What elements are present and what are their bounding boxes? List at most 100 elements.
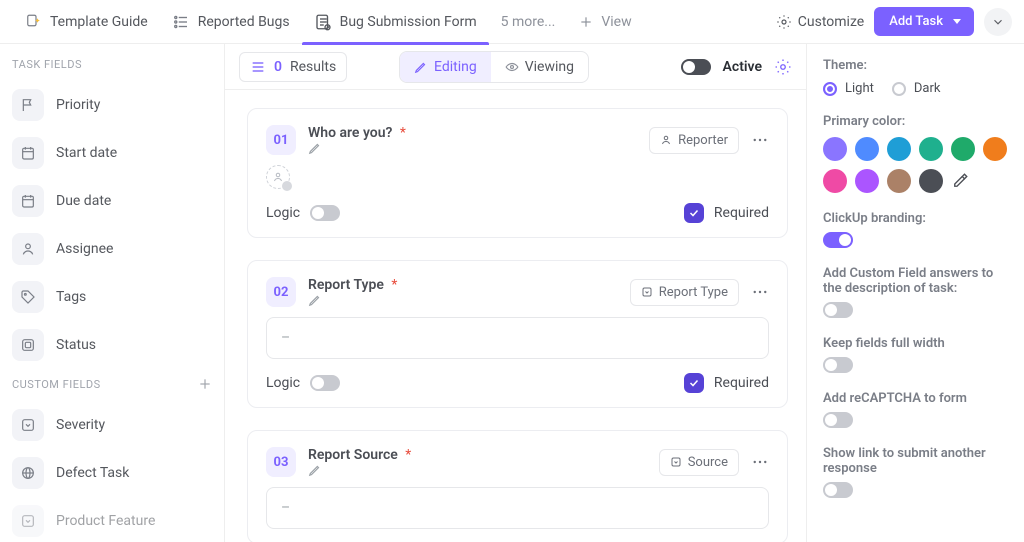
fullwidth-toggle[interactable] bbox=[823, 357, 853, 373]
tab-template-guide[interactable]: Template Guide bbox=[12, 0, 160, 44]
viewing-tab[interactable]: Viewing bbox=[491, 52, 588, 82]
tab-label: Template Guide bbox=[50, 14, 148, 30]
color-swatch[interactable] bbox=[887, 137, 911, 161]
active-toggle[interactable] bbox=[681, 59, 711, 75]
form-toolbar: 0 Results Editing Viewing Active bbox=[225, 44, 806, 90]
add-task-button[interactable]: Add Task bbox=[874, 7, 974, 36]
color-swatch[interactable] bbox=[983, 137, 1007, 161]
sparkle-doc-icon bbox=[24, 13, 42, 31]
question-card[interactable]: 03 Report Source * Source – bbox=[247, 430, 788, 542]
logic-toggle[interactable] bbox=[310, 375, 340, 391]
tab-label: Bug Submission Form bbox=[340, 14, 477, 30]
question-card[interactable]: 02 Report Type * Report Type bbox=[247, 260, 788, 408]
another-heading: Show link to submit another response bbox=[823, 446, 1008, 476]
field-type-label: Reporter bbox=[678, 133, 728, 148]
assignee-placeholder[interactable] bbox=[266, 165, 290, 189]
user-icon bbox=[660, 134, 672, 146]
sidebar-item-label: Tags bbox=[56, 289, 86, 305]
field-type-pill[interactable]: Source bbox=[659, 449, 739, 476]
logic-toggle[interactable] bbox=[310, 205, 340, 221]
sidebar-item-due-date[interactable]: Due date bbox=[0, 177, 224, 225]
sidebar-section-custom-fields: CUSTOM FIELDS bbox=[0, 377, 224, 401]
required-checkbox[interactable] bbox=[684, 373, 704, 393]
sidebar-item-product-feature[interactable]: Product Feature bbox=[0, 497, 224, 542]
field-type-pill[interactable]: Reporter bbox=[649, 127, 739, 154]
user-avatar[interactable] bbox=[984, 8, 1012, 36]
logic-label: Logic bbox=[266, 375, 300, 391]
another-toggle[interactable] bbox=[823, 482, 853, 498]
customize-label: Customize bbox=[798, 14, 864, 30]
pencil-icon[interactable] bbox=[308, 141, 410, 155]
results-button[interactable]: 0 Results bbox=[239, 52, 347, 82]
sidebar-item-status[interactable]: Status bbox=[0, 321, 224, 369]
required-label: Required bbox=[714, 375, 769, 391]
desc-toggle[interactable] bbox=[823, 302, 853, 318]
plus-icon[interactable] bbox=[198, 377, 212, 391]
color-swatch[interactable] bbox=[951, 137, 975, 161]
tag-icon bbox=[12, 281, 44, 313]
more-icon[interactable] bbox=[751, 131, 769, 149]
required-checkbox[interactable] bbox=[684, 203, 704, 223]
more-icon[interactable] bbox=[751, 453, 769, 471]
tab-bug-submission-form[interactable]: Bug Submission Form bbox=[302, 0, 489, 44]
radio-label: Dark bbox=[914, 81, 941, 96]
recaptcha-toggle[interactable] bbox=[823, 412, 853, 428]
editing-tab[interactable]: Editing bbox=[400, 52, 491, 82]
color-swatch[interactable] bbox=[919, 169, 943, 193]
pencil-icon[interactable] bbox=[308, 463, 415, 477]
sidebar-item-severity[interactable]: Severity bbox=[0, 401, 224, 449]
color-swatches bbox=[823, 137, 1008, 193]
dropdown-icon bbox=[641, 286, 653, 298]
dropdown-icon bbox=[12, 409, 44, 441]
sidebar-section-task-fields: TASK FIELDS bbox=[0, 58, 224, 81]
tab-reported-bugs[interactable]: Reported Bugs bbox=[160, 0, 302, 44]
sidebar-item-tags[interactable]: Tags bbox=[0, 273, 224, 321]
sidebar-item-label: Product Feature bbox=[56, 513, 155, 529]
active-label: Active bbox=[723, 59, 762, 75]
color-swatch[interactable] bbox=[823, 137, 847, 161]
pencil-icon[interactable] bbox=[308, 293, 401, 307]
sidebar-item-label: Defect Task bbox=[56, 465, 129, 481]
question-title: Report Type bbox=[308, 277, 384, 293]
sidebar-item-start-date[interactable]: Start date bbox=[0, 129, 224, 177]
sidebar-section-label: CUSTOM FIELDS bbox=[12, 378, 101, 391]
results-label: Results bbox=[290, 59, 336, 75]
required-asterisk: * bbox=[400, 125, 406, 141]
required-asterisk: * bbox=[391, 277, 397, 293]
color-swatch[interactable] bbox=[887, 169, 911, 193]
user-icon bbox=[12, 233, 44, 265]
color-swatch[interactable] bbox=[919, 137, 943, 161]
color-swatch[interactable] bbox=[855, 137, 879, 161]
value-input[interactable]: – bbox=[266, 487, 769, 529]
theme-dark-radio[interactable]: Dark bbox=[892, 81, 941, 96]
sidebar-item-label: Severity bbox=[56, 417, 105, 433]
sidebar-item-defect-task[interactable]: Defect Task bbox=[0, 449, 224, 497]
add-view-label: View bbox=[601, 14, 631, 30]
theme-light-radio[interactable]: Light bbox=[823, 81, 874, 96]
list-icon bbox=[172, 13, 190, 31]
fields-sidebar: TASK FIELDS Priority Start date Due date… bbox=[0, 44, 225, 542]
question-card[interactable]: 01 Who are you? * Reporter bbox=[247, 108, 788, 238]
gear-icon bbox=[776, 14, 792, 30]
sidebar-item-assignee[interactable]: Assignee bbox=[0, 225, 224, 273]
customize-button[interactable]: Customize bbox=[776, 14, 864, 30]
results-count: 0 bbox=[274, 59, 282, 75]
sidebar-item-label: Start date bbox=[56, 145, 117, 161]
value-input[interactable]: – bbox=[266, 317, 769, 359]
add-view[interactable]: View bbox=[567, 0, 643, 44]
gear-icon[interactable] bbox=[774, 58, 792, 76]
workspace: 0 Results Editing Viewing Active bbox=[225, 44, 806, 542]
field-type-pill[interactable]: Report Type bbox=[630, 279, 739, 306]
sidebar-item-priority[interactable]: Priority bbox=[0, 81, 224, 129]
eyedropper-icon[interactable] bbox=[951, 169, 969, 193]
more-icon[interactable] bbox=[751, 283, 769, 301]
branding-toggle[interactable] bbox=[823, 232, 853, 248]
color-swatch[interactable] bbox=[855, 169, 879, 193]
status-icon bbox=[12, 329, 44, 361]
dropdown-icon bbox=[12, 505, 44, 537]
branding-heading: ClickUp branding: bbox=[823, 211, 1008, 226]
sidebar-item-label: Due date bbox=[56, 193, 111, 209]
logic-label: Logic bbox=[266, 205, 300, 221]
color-swatch[interactable] bbox=[823, 169, 847, 193]
more-tabs[interactable]: 5 more... bbox=[489, 0, 568, 44]
